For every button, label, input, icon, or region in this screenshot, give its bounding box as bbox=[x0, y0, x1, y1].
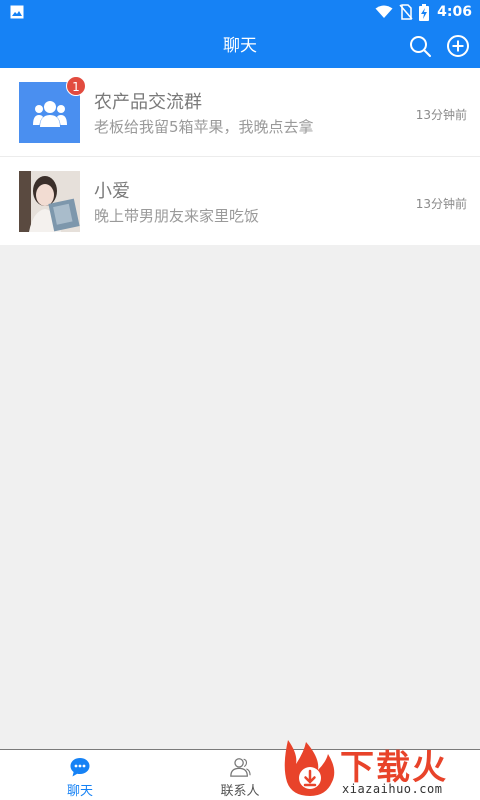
chat-time: 13分钟前 bbox=[415, 108, 467, 122]
status-bar: 4:06 bbox=[0, 0, 480, 24]
avatar bbox=[19, 171, 80, 232]
chat-preview: 晚上带男朋友来家里吃饭 bbox=[94, 207, 260, 225]
app-bar: 聊天 bbox=[0, 24, 480, 68]
chat-name: 农产品交流群 bbox=[94, 92, 202, 113]
chat-time: 13分钟前 bbox=[415, 197, 467, 211]
status-left bbox=[10, 5, 24, 19]
list-item[interactable]: 1 农产品交流群 老板给我留5箱苹果，我晚点去拿 13分钟前 bbox=[0, 68, 480, 157]
status-right: 4:06 bbox=[375, 3, 472, 21]
user-photo bbox=[19, 171, 80, 232]
flame-logo-icon bbox=[284, 740, 335, 796]
battery-charging-icon bbox=[419, 3, 430, 21]
list-item[interactable]: 小爱 晚上带男朋友来家里吃饭 13分钟前 bbox=[0, 157, 480, 245]
unread-badge: 1 bbox=[66, 76, 86, 96]
wifi-icon bbox=[375, 5, 393, 18]
tab-label: 联系人 bbox=[220, 784, 260, 799]
search-icon[interactable] bbox=[408, 34, 432, 58]
chat-name: 小爱 bbox=[94, 181, 130, 202]
tab-chat[interactable]: 聊天 bbox=[0, 750, 160, 800]
app-actions bbox=[408, 34, 470, 58]
contacts-icon bbox=[230, 758, 251, 777]
no-sim-icon bbox=[399, 4, 413, 20]
watermark-url: xiazaihuo.com bbox=[342, 782, 443, 796]
add-circle-icon[interactable] bbox=[446, 34, 470, 58]
watermark: 下载火 xiazaihuo.com bbox=[282, 736, 480, 800]
status-time: 4:06 bbox=[437, 4, 472, 20]
tab-label: 聊天 bbox=[66, 784, 93, 799]
chat-list: 1 农产品交流群 老板给我留5箱苹果，我晚点去拿 13分钟前 小爱 晚上带男朋友… bbox=[0, 68, 480, 245]
chat-bubble-icon bbox=[70, 758, 90, 777]
group-icon bbox=[32, 100, 67, 127]
image-icon bbox=[10, 5, 24, 19]
chat-preview: 老板给我留5箱苹果，我晚点去拿 bbox=[94, 118, 314, 136]
